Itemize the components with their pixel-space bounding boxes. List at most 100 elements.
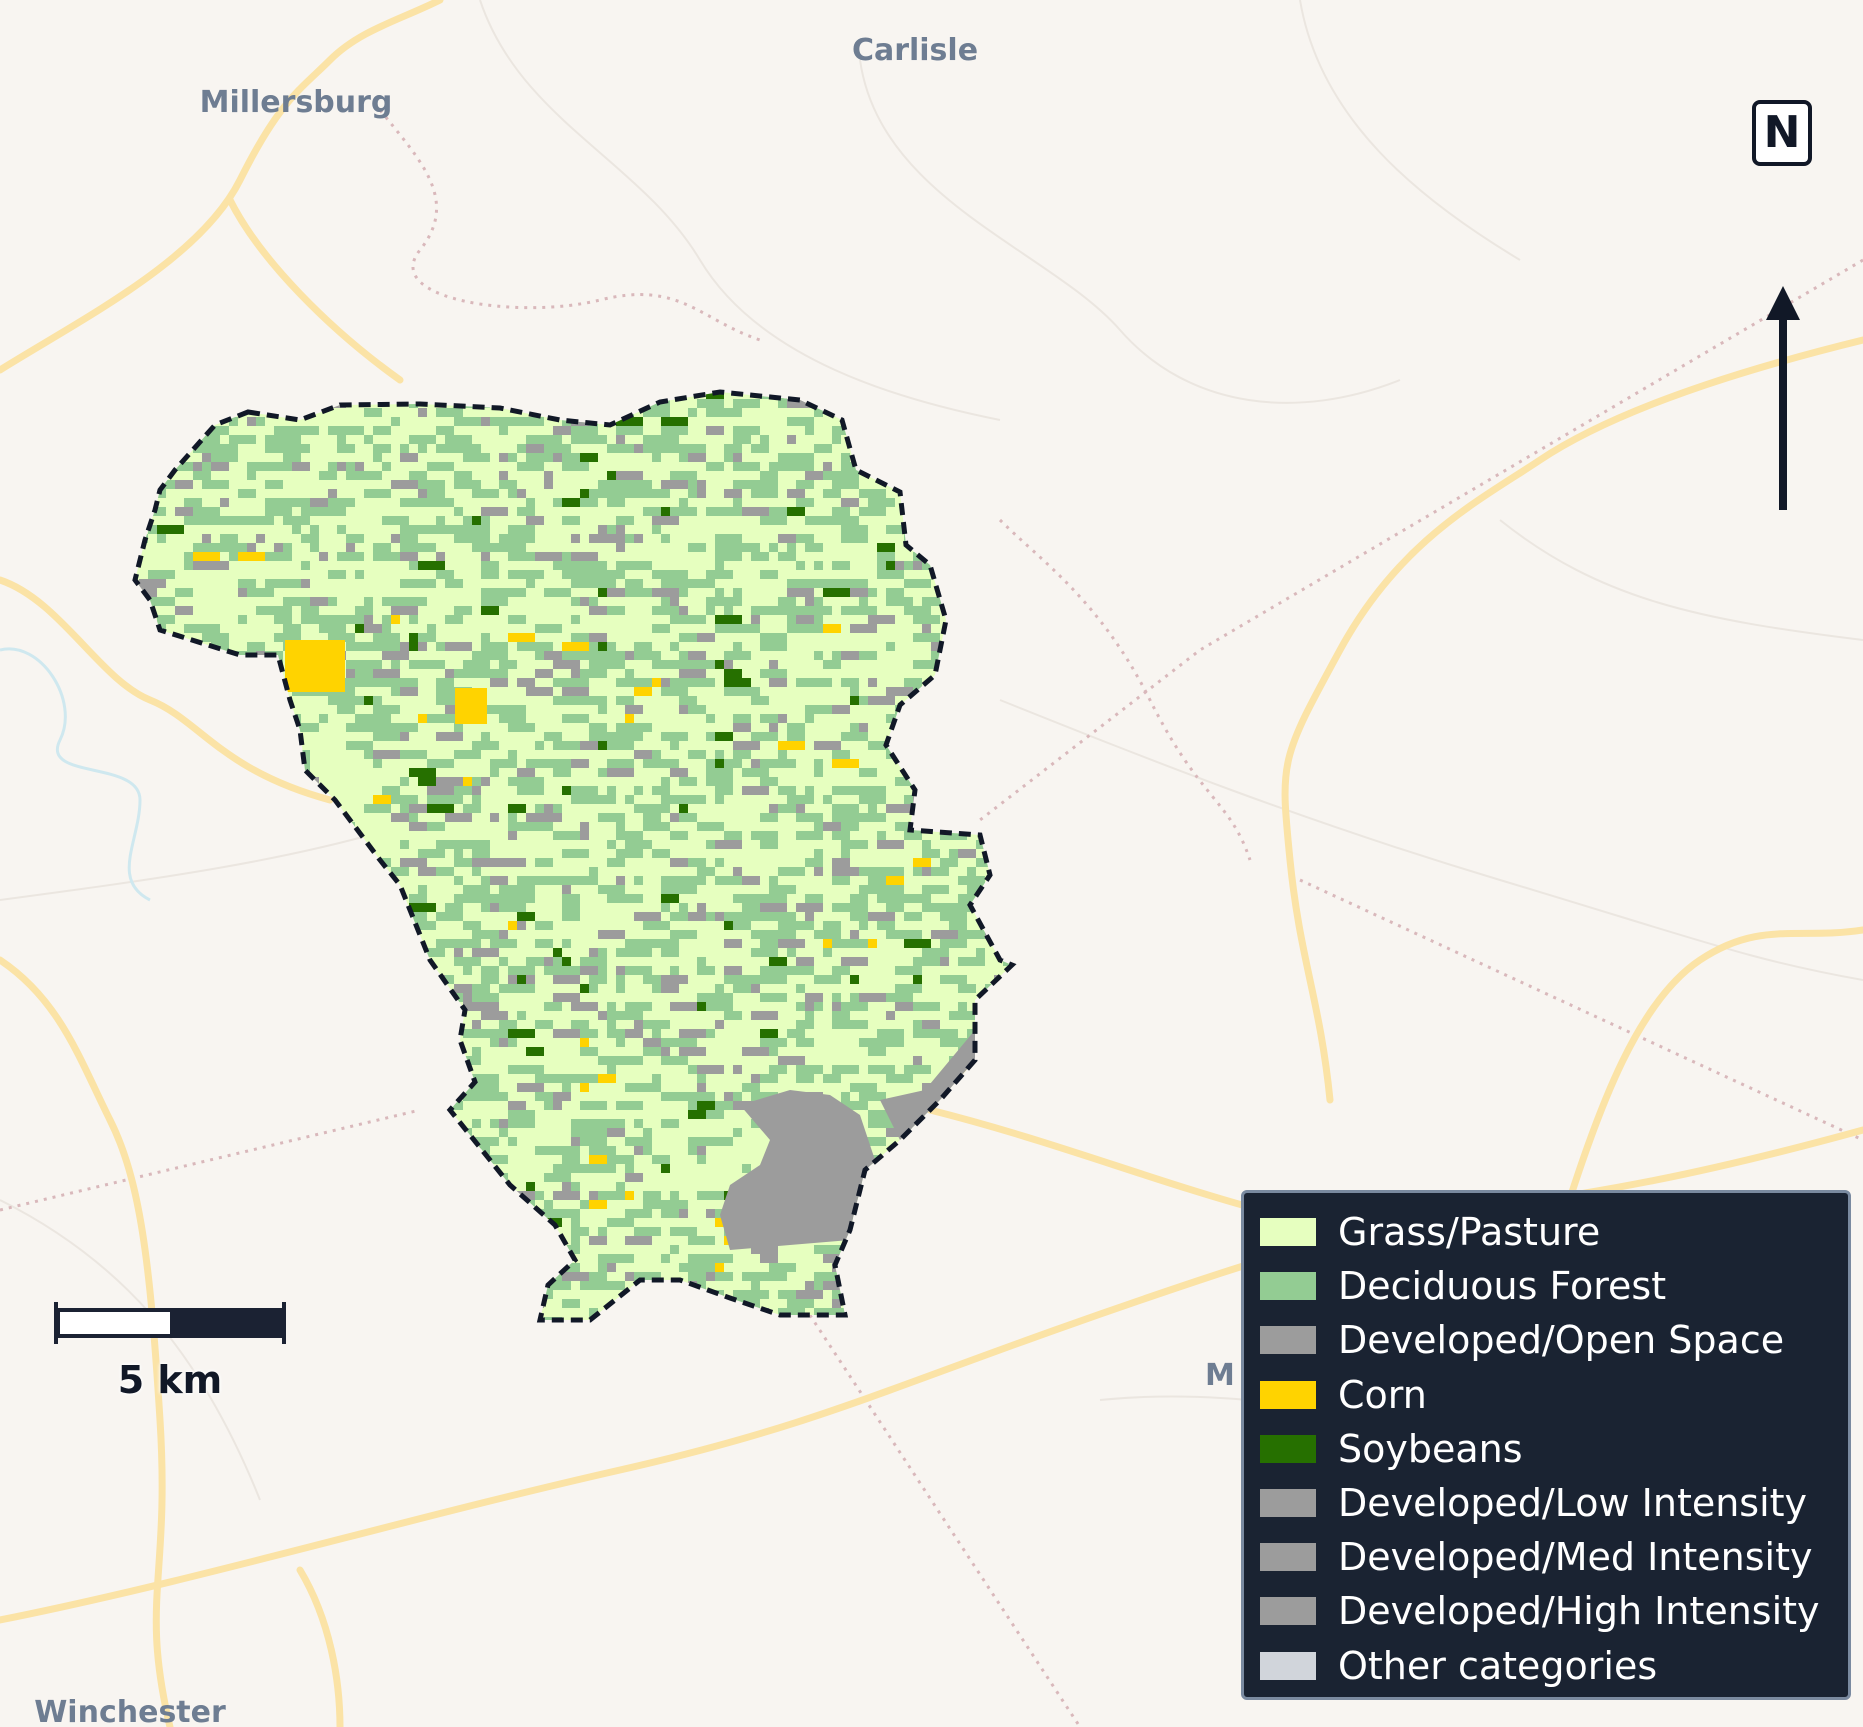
land-cover-cell: [661, 606, 679, 615]
land-cover-cell: [886, 597, 913, 606]
land-cover-cell: [580, 570, 598, 579]
land-cover-cell: [562, 516, 580, 525]
land-cover-cell: [760, 435, 769, 444]
land-cover-cell: [841, 732, 868, 741]
land-cover-cell: [355, 660, 382, 669]
land-cover-cell: [526, 498, 535, 507]
land-cover-cell: [193, 471, 211, 480]
land-cover-cell: [706, 1002, 715, 1011]
land-cover-cell: [238, 615, 247, 624]
land-cover-cell: [175, 507, 193, 516]
land-cover-cell: [607, 894, 616, 903]
land-cover-cell: [886, 930, 904, 939]
land-cover-cell: [391, 606, 418, 615]
land-cover-cell: [463, 525, 481, 534]
land-cover-cell: [508, 552, 535, 561]
land-cover-cell: [589, 1074, 598, 1083]
land-cover-cell: [517, 570, 544, 579]
land-cover-cell: [283, 624, 292, 633]
land-cover-cell: [796, 534, 814, 543]
land-cover-cell: [643, 948, 652, 957]
land-cover-cell: [814, 867, 823, 876]
land-cover-cell: [526, 516, 544, 525]
land-cover-cell: [886, 588, 904, 597]
land-cover-cell: [787, 867, 796, 876]
land-cover-cell: [751, 696, 769, 705]
land-cover-cell: [418, 885, 427, 894]
land-cover-cell: [544, 471, 553, 480]
land-cover-cell: [283, 453, 301, 462]
land-cover-cell: [553, 561, 580, 570]
land-cover-cell: [589, 867, 598, 876]
land-cover-cell: [931, 615, 940, 624]
land-cover-cell: [598, 705, 607, 714]
land-cover-cell: [652, 588, 679, 597]
land-cover-cell: [652, 759, 679, 768]
land-cover-cell: [877, 696, 895, 705]
land-cover-cell: [319, 552, 328, 561]
land-cover-cell: [337, 444, 355, 453]
land-cover-cell: [508, 984, 535, 993]
land-cover-cell: [850, 1083, 877, 1092]
land-cover-cell: [211, 462, 229, 471]
land-cover-cell: [472, 993, 499, 1002]
land-cover-cell: [400, 444, 409, 453]
land-cover-cell: [382, 462, 391, 471]
land-cover-cell: [733, 867, 742, 876]
land-cover-cell: [562, 903, 580, 912]
land-cover-cell: [832, 561, 850, 570]
land-cover-cell: [625, 831, 643, 840]
land-cover-cell: [409, 597, 418, 606]
land-cover-cell: [238, 579, 256, 588]
land-cover-cell: [877, 1029, 904, 1038]
land-cover-cell: [679, 885, 697, 894]
land-cover-cell: [571, 1128, 580, 1137]
land-cover-cell: [841, 498, 859, 507]
land-cover-cell: [670, 687, 688, 696]
land-cover-cell: [814, 651, 823, 660]
land-cover-cell: [940, 1038, 949, 1047]
land-cover-cell: [256, 534, 265, 543]
land-cover-cell: [805, 606, 832, 615]
land-cover-cell: [490, 876, 508, 885]
land-cover-cell: [517, 786, 544, 795]
land-cover-cell: [706, 507, 724, 516]
legend-swatch: [1260, 1597, 1316, 1626]
land-cover-cell: [661, 417, 688, 426]
land-cover-cell: [760, 813, 778, 822]
land-cover-cell: [625, 714, 634, 723]
land-cover-cell: [742, 1164, 751, 1173]
land-cover-cell: [436, 867, 445, 876]
land-cover-cell: [517, 966, 535, 975]
land-cover-cell: [499, 1155, 508, 1164]
land-cover-cell: [409, 813, 418, 822]
land-cover-cell: [688, 408, 697, 417]
land-cover-cell: [814, 1281, 823, 1290]
land-cover-cell: [670, 1002, 697, 1011]
land-cover-cell: [364, 489, 391, 498]
land-cover-cell: [202, 516, 229, 525]
land-cover-cell: [571, 1227, 589, 1236]
land-cover-cell: [409, 894, 427, 903]
land-cover-cell: [571, 579, 589, 588]
land-cover-cell: [517, 444, 526, 453]
land-cover-cell: [841, 804, 859, 813]
legend-swatch: [1260, 1218, 1316, 1247]
land-cover-cell: [427, 921, 436, 930]
legend-item: Other categories: [1260, 1639, 1848, 1693]
land-cover-cell: [202, 534, 211, 543]
land-cover-cell: [733, 408, 742, 417]
land-cover-cell: [724, 507, 742, 516]
land-cover-cell: [796, 957, 814, 966]
land-cover-cell: [922, 624, 931, 633]
land-cover-cell: [697, 867, 706, 876]
land-cover-cell: [661, 948, 679, 957]
land-cover-cell: [409, 615, 418, 624]
land-cover-cell: [841, 849, 850, 858]
land-cover-cell: [787, 579, 814, 588]
land-cover-cell: [607, 1164, 616, 1173]
land-cover-cell: [319, 624, 346, 633]
land-cover-cell: [823, 660, 841, 669]
land-cover-cell: [337, 615, 364, 624]
land-cover-cell: [832, 750, 850, 759]
